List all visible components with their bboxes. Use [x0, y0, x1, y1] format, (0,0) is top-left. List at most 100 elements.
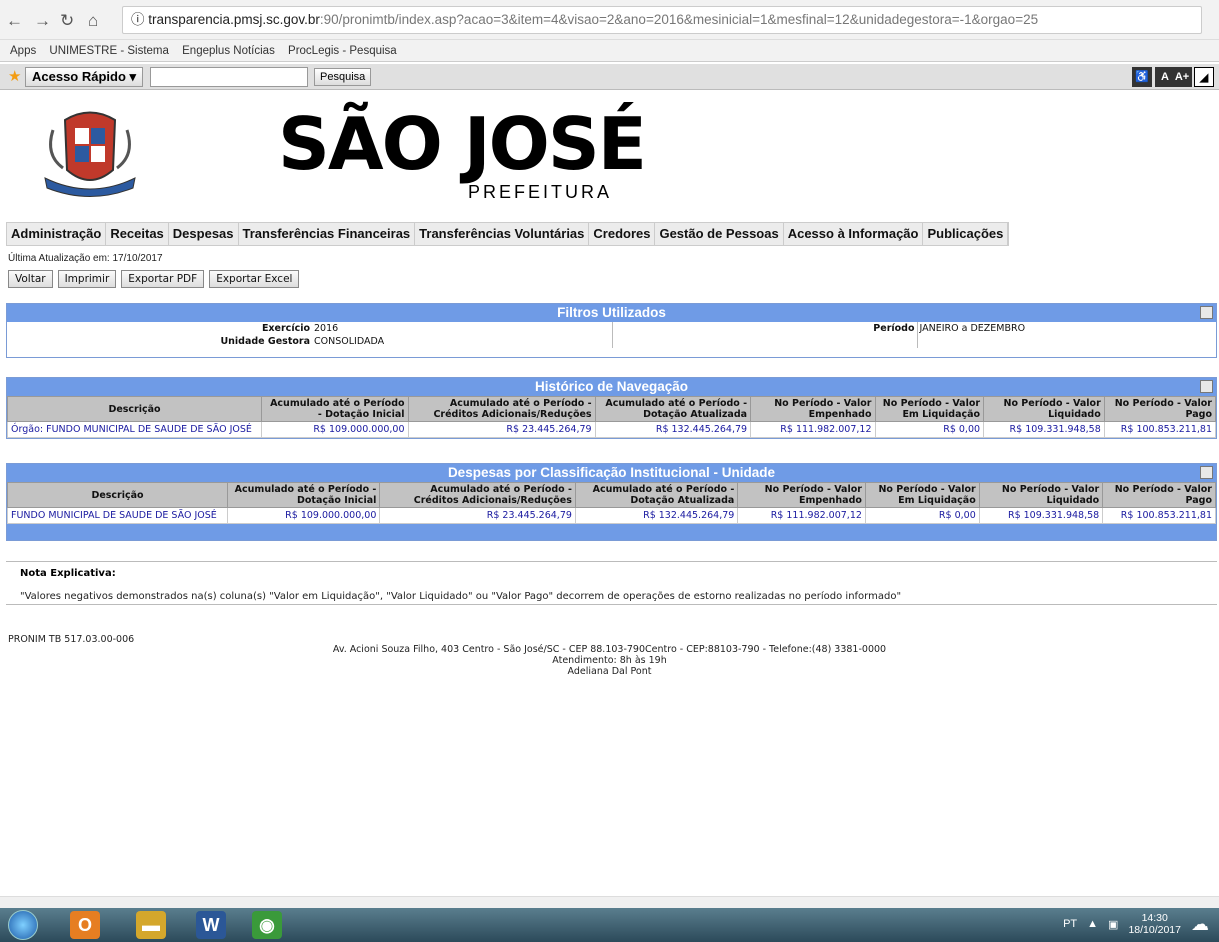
filters-title-text: Filtros Utilizados	[557, 305, 666, 320]
collapse-icon[interactable]	[1200, 380, 1213, 393]
history-table: Descrição Acumulado até o Período - Dota…	[7, 396, 1217, 438]
cloud-icon[interactable]: ☁	[1191, 914, 1209, 935]
bookmark-proclegis[interactable]: ProcLegis - Pesquisa	[288, 45, 397, 57]
row-empenhado: R$ 111.982.007,12	[750, 421, 876, 438]
reload-icon[interactable]: ↻	[60, 11, 74, 31]
bookmark-apps[interactable]: Apps	[10, 45, 36, 57]
table-row[interactable]: Órgão: FUNDO MUNICIPAL DE SAUDE DE SÃO J…	[7, 421, 1217, 438]
chrome-icon[interactable]: ◉	[252, 911, 282, 939]
row-descricao[interactable]: Órgão: FUNDO MUNICIPAL DE SAUDE DE SÃO J…	[7, 421, 262, 438]
expenses-title: Despesas por Classificação Institucional…	[7, 464, 1216, 482]
start-button[interactable]	[8, 910, 38, 940]
back-icon[interactable]: ←	[6, 11, 23, 31]
tray-arrow-icon[interactable]: ▲	[1087, 918, 1098, 930]
accessibility-icon[interactable]: ♿	[1132, 67, 1152, 87]
row-dotacao-inicial: R$ 109.000.000,00	[226, 507, 381, 524]
unidade-value: CONSOLIDADA	[312, 335, 613, 348]
row-empenhado: R$ 111.982.007,12	[737, 507, 866, 524]
col-pago: No Período - Valor Pago	[1103, 396, 1217, 422]
periodo-label: Período	[873, 323, 915, 334]
row-dotacao-atualizada: R$ 132.445.264,79	[574, 507, 739, 524]
brand-logo: SÃO JOSÉ PREFEITURA	[278, 104, 658, 214]
menu-despesas[interactable]: Despesas	[169, 223, 239, 245]
quick-access-dropdown[interactable]: Acesso Rápido ▾	[25, 67, 144, 87]
exercicio-label: Exercício	[261, 323, 310, 334]
folder-icon[interactable]: ▬	[136, 911, 166, 939]
language-indicator[interactable]: PT	[1063, 918, 1077, 930]
collapse-icon[interactable]	[1200, 306, 1213, 319]
url-path: :90/pronimtb/index.asp?acao=3&item=4&vis…	[319, 12, 1039, 27]
bookmarks-bar: Apps UNIMESTRE - Sistema Engeplus Notíci…	[0, 40, 1219, 62]
site-header: SÃO JOSÉ PREFEITURA	[0, 92, 1219, 214]
row-liquidado: R$ 109.331.948,58	[978, 507, 1104, 524]
menu-publicacoes[interactable]: Publicações	[923, 223, 1009, 245]
col-creditos: Acumulado até o Período - Créditos Adici…	[379, 482, 576, 508]
bookmark-engeplus[interactable]: Engeplus Notícias	[182, 45, 275, 57]
clock[interactable]: 14:30 18/10/2017	[1128, 912, 1181, 936]
history-title-text: Histórico de Navegação	[534, 379, 689, 394]
address-bar[interactable]: ⓘ transparencia.pmsj.sc.gov.br:90/pronim…	[122, 6, 1202, 34]
menu-receitas[interactable]: Receitas	[106, 223, 169, 245]
outlook-icon[interactable]: O	[70, 911, 100, 939]
col-liquidado: No Período - Valor Liquidado	[978, 482, 1104, 508]
table-footer-bar	[7, 524, 1216, 540]
info-icon: ⓘ	[131, 12, 149, 27]
contrast-button[interactable]: ◢	[1194, 67, 1214, 87]
note-text: "Valores negativos demonstrados na(s) co…	[20, 591, 902, 602]
col-descricao: Descrição	[7, 396, 262, 422]
export-pdf-button[interactable]: Exportar PDF	[121, 270, 205, 288]
collapse-icon[interactable]	[1200, 466, 1213, 479]
action-buttons: Voltar Imprimir Exportar PDF Exportar Ex…	[8, 270, 300, 288]
clock-date: 18/10/2017	[1128, 924, 1181, 936]
filters-title: Filtros Utilizados	[7, 304, 1216, 322]
word-icon[interactable]: W	[196, 911, 226, 939]
export-excel-button[interactable]: Exportar Excel	[209, 270, 300, 288]
col-dotacao-atualizada: Acumulado até o Período - Dotação Atuali…	[574, 482, 739, 508]
bookmark-unimestre[interactable]: UNIMESTRE - Sistema	[49, 45, 169, 57]
main-menu: Administração Receitas Despesas Transfer…	[6, 222, 1010, 246]
back-button[interactable]: Voltar	[8, 270, 53, 288]
row-em-liquidacao: R$ 0,00	[864, 507, 980, 524]
font-increase-button[interactable]: A+	[1172, 67, 1192, 87]
col-liquidado: No Período - Valor Liquidado	[983, 396, 1105, 422]
home-icon[interactable]: ⌂	[88, 11, 98, 31]
star-icon: ★	[8, 68, 22, 85]
url-host: transparencia.pmsj.sc.gov.br	[148, 12, 320, 27]
menu-acesso-informacao[interactable]: Acesso à Informação	[784, 223, 924, 245]
search-button[interactable]: Pesquisa	[314, 68, 372, 86]
unidade-label: Unidade Gestora	[220, 336, 310, 347]
col-dotacao-atualizada: Acumulado até o Período - Dotação Atuali…	[594, 396, 752, 422]
col-creditos: Acumulado até o Período - Créditos Adici…	[407, 396, 596, 422]
row-liquidado: R$ 109.331.948,58	[983, 421, 1105, 438]
city-crest-icon	[44, 111, 136, 197]
exercicio-value: 2016	[312, 322, 613, 335]
history-title: Histórico de Navegação	[7, 378, 1216, 396]
note-heading: Nota Explicativa:	[20, 568, 116, 579]
footer-name: Adeliana Dal Pont	[567, 666, 652, 677]
footer-address-block: Av. Acioni Souza Filho, 403 Centro - São…	[0, 644, 1219, 677]
menu-credores[interactable]: Credores	[589, 223, 656, 245]
forward-icon[interactable]: →	[34, 11, 51, 31]
menu-gestao-pessoas[interactable]: Gestão de Pessoas	[655, 223, 784, 245]
network-icon[interactable]: ▣	[1108, 918, 1118, 931]
quick-search-input[interactable]	[150, 67, 308, 87]
browser-toolbar: ← → ↻ ⌂ ⓘ transparencia.pmsj.sc.gov.br:9…	[0, 0, 1219, 40]
taskbar: O ▬ W ◉ PT ▲ ▣ 14:30 18/10/2017 ☁	[0, 908, 1219, 942]
col-descricao: Descrição	[7, 482, 228, 508]
brand-name: SÃO JOSÉ	[278, 102, 647, 186]
brand-subtitle: PREFEITURA	[468, 182, 613, 202]
menu-administracao[interactable]: Administração	[7, 223, 107, 245]
horizontal-scrollbar[interactable]	[0, 896, 1219, 908]
history-panel: Histórico de Navegação Descrição Acumula…	[6, 377, 1217, 439]
menu-transferencias-voluntarias[interactable]: Transferências Voluntárias	[415, 223, 590, 245]
row-descricao[interactable]: FUNDO MUNICIPAL DE SAUDE DE SÃO JOSÉ	[7, 507, 228, 524]
menu-transferencias-financeiras[interactable]: Transferências Financeiras	[239, 223, 416, 245]
col-em-liquidacao: No Período - Valor Em Liquidação	[864, 482, 980, 508]
row-creditos: R$ 23.445.264,79	[379, 507, 576, 524]
print-button[interactable]: Imprimir	[57, 270, 117, 288]
system-tray: PT ▲ ▣ 14:30 18/10/2017 ☁	[1063, 912, 1209, 936]
table-row[interactable]: FUNDO MUNICIPAL DE SAUDE DE SÃO JOSÉ R$ …	[7, 507, 1216, 524]
col-em-liquidacao: No Período - Valor Em Liquidação	[874, 396, 985, 422]
filters-panel: Filtros Utilizados Exercício 2016 Períod…	[6, 303, 1217, 358]
row-pago: R$ 100.853.211,81	[1102, 507, 1216, 524]
